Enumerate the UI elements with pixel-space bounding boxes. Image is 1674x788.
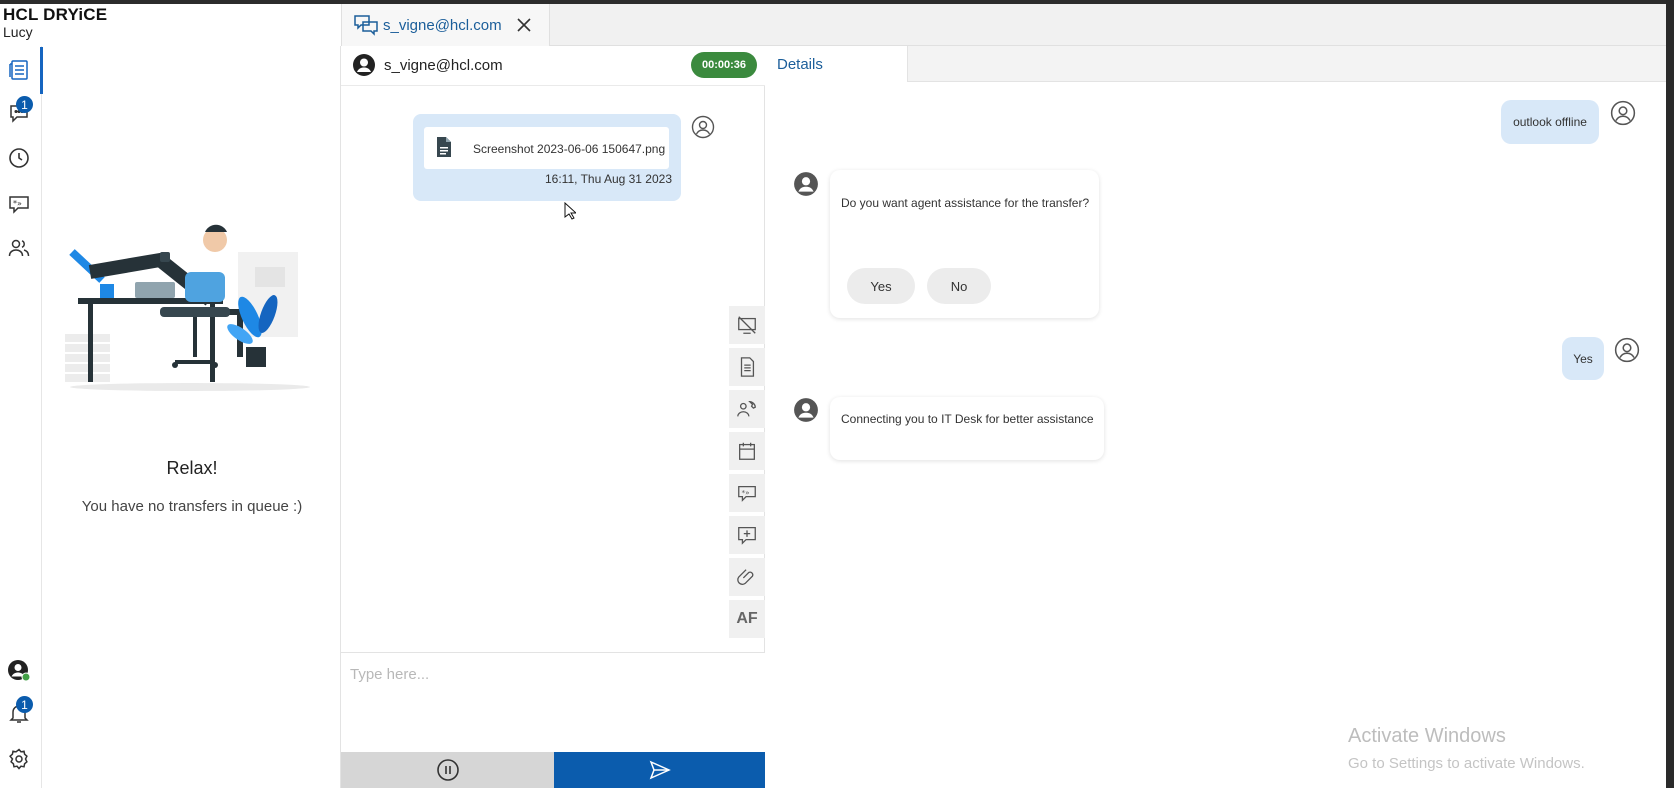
bot-message: Connecting you to IT Desk for better ass…	[841, 412, 1094, 426]
attachment-button[interactable]	[729, 558, 765, 596]
chat-tab-label: s_vigne@hcl.com	[383, 17, 502, 34]
canned-response-button[interactable]: *»	[729, 474, 765, 512]
stop-screenshare-button[interactable]	[729, 306, 765, 344]
users-icon	[8, 239, 30, 257]
yes-option-button[interactable]: Yes	[847, 268, 915, 304]
left-nav-rail: 1 *» 1	[0, 46, 42, 788]
activation-watermark-subtitle: Go to Settings to activate Windows.	[1348, 755, 1585, 772]
history-nav-button[interactable]	[3, 142, 35, 174]
notifications-count-badge: 1	[16, 696, 33, 713]
empty-queue-title: Relax!	[166, 458, 218, 478]
send-icon	[649, 760, 671, 780]
pause-button[interactable]	[341, 752, 554, 788]
close-tab-icon[interactable]	[516, 17, 532, 33]
details-tab-label: Details	[777, 56, 823, 73]
add-comment-icon	[738, 527, 756, 545]
svg-text:*»: *»	[742, 488, 750, 497]
clock-icon	[9, 148, 29, 168]
bot-message-card	[830, 397, 1104, 460]
activation-watermark-title: Activate Windows	[1348, 725, 1506, 747]
svg-text:*»: *»	[13, 199, 22, 208]
chat-user-name: s_vigne@hcl.com	[384, 57, 503, 74]
transfer-call-icon	[737, 401, 756, 417]
chat-timer-badge: 00:00:36	[691, 52, 757, 78]
starred-message-icon: *»	[9, 196, 29, 214]
mouse-cursor-icon	[564, 202, 576, 220]
auto-forward-button[interactable]: AF	[729, 600, 765, 638]
user-avatar-icon	[1614, 337, 1640, 363]
document-icon	[740, 357, 755, 377]
profile-button[interactable]	[3, 654, 35, 686]
user-avatar-icon	[691, 115, 715, 139]
relax-illustration	[65, 224, 310, 391]
empty-queue-message: You have no transfers in queue :)	[81, 498, 303, 515]
gear-icon	[9, 748, 28, 770]
brand-product: Lucy	[3, 24, 33, 40]
transfers-nav-button[interactable]	[3, 54, 35, 86]
canned-response-icon: *»	[738, 485, 756, 502]
file-name: Screenshot 2023-06-06 150647.png	[473, 142, 666, 156]
user-message: Yes	[1562, 337, 1604, 380]
user-avatar-icon	[1610, 100, 1636, 126]
bot-question: Do you want agent assistance for the tra…	[841, 196, 1090, 210]
no-option-button[interactable]: No	[927, 268, 991, 304]
message-timestamp: 16:11, Thu Aug 31 2023	[545, 172, 673, 186]
app-window: HCL DRYiCE Lucy 1 *» 1 Relax! You have n…	[0, 0, 1674, 788]
user-message: outlook offline	[1501, 100, 1599, 144]
agent-avatar-icon	[8, 660, 31, 682]
queue-list-icon	[9, 60, 28, 80]
contacts-nav-button[interactable]	[3, 232, 35, 264]
window-edge	[1666, 0, 1674, 788]
brand-name: HCL DRYiCE	[3, 5, 108, 24]
bot-avatar-icon	[794, 172, 818, 196]
transfer-queue-panel	[43, 46, 341, 788]
pause-icon	[436, 759, 459, 781]
canned-responses-nav-button[interactable]: *»	[3, 188, 35, 220]
attachment-icon	[737, 569, 754, 585]
calendar-button[interactable]	[729, 432, 765, 470]
file-icon	[437, 137, 451, 157]
chat-tab-icon	[354, 15, 378, 36]
add-comment-button[interactable]	[729, 516, 765, 554]
settings-button[interactable]	[3, 743, 35, 775]
customer-avatar-icon	[353, 54, 375, 76]
calendar-icon	[739, 442, 755, 460]
stop-screenshare-icon	[738, 316, 756, 334]
chats-count-badge: 1	[16, 96, 33, 113]
document-button[interactable]	[729, 348, 765, 386]
send-button[interactable]	[554, 752, 765, 788]
message-input[interactable]	[350, 662, 750, 686]
brand: HCL DRYiCE Lucy	[3, 5, 108, 41]
bot-avatar-icon	[794, 398, 818, 422]
transfer-call-button[interactable]	[729, 390, 765, 428]
